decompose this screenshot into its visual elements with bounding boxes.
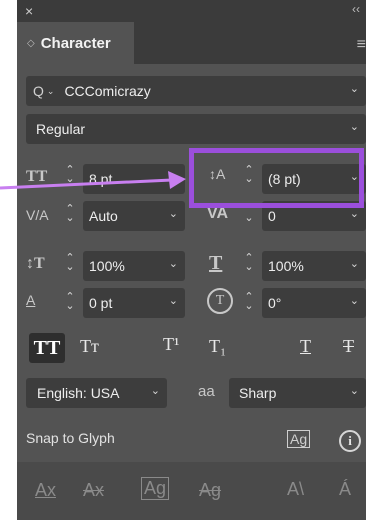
search-dropdown-icon[interactable]: ⌄ — [47, 86, 55, 97]
panel-title-strip: × ‹‹ — [17, 0, 366, 22]
tab-character-label: Character — [40, 34, 111, 52]
character-rotation-dropdown-icon[interactable]: ⌄ — [350, 294, 359, 307]
language-dropdown-icon[interactable]: ⌄ — [151, 384, 160, 397]
horizontal-scale-field[interactable]: 100% ⌄ — [262, 251, 366, 281]
tab-character[interactable]: ◇ Character — [17, 22, 134, 64]
font-family-value: CCComicrazy — [64, 83, 151, 99]
snap-x-height-icon[interactable]: Ax — [83, 480, 104, 501]
anti-aliasing-field[interactable]: Sharp ⌄ — [229, 378, 366, 408]
vertical-scale-field[interactable]: 100% ⌄ — [83, 251, 185, 281]
character-rotation-field[interactable]: 0° ⌄ — [262, 288, 366, 318]
snap-buttons-bar — [17, 462, 366, 520]
vertical-scale-dropdown-icon[interactable]: ⌄ — [169, 257, 178, 270]
kerning-dropdown-icon[interactable]: ⌄ — [169, 207, 178, 220]
horizontal-scale-value: 100% — [268, 258, 304, 274]
anti-aliasing-value: Sharp — [239, 385, 277, 401]
font-style-field[interactable]: Regular ⌄ — [26, 114, 366, 144]
anti-aliasing-icon: aa — [198, 383, 215, 400]
underline-button[interactable]: T — [300, 336, 311, 357]
horizontal-scale-dropdown-icon[interactable]: ⌄ — [350, 257, 359, 270]
font-style-dropdown-icon[interactable]: ⌄ — [350, 120, 359, 133]
horizontal-scale-icon: T — [209, 252, 223, 274]
all-caps-button[interactable]: TT — [29, 333, 65, 363]
snap-anchor-point-icon[interactable]: Á — [339, 479, 351, 500]
language-field[interactable]: English: USA ⌄ — [26, 378, 167, 408]
small-caps-button[interactable]: Tт — [80, 336, 99, 357]
vertical-scale-stepper[interactable]: ⌃ ⌄ — [64, 253, 76, 273]
font-style-value: Regular — [36, 121, 86, 137]
character-rotation-stepper[interactable]: ⌃ ⌄ — [243, 292, 255, 312]
baseline-shift-value: 0 pt — [89, 295, 113, 311]
vertical-scale-value: 100% — [89, 258, 125, 274]
close-icon[interactable]: × — [25, 3, 33, 19]
snap-glyph-settings-icon[interactable]: Ag — [287, 430, 311, 448]
character-rotation-value: 0° — [268, 295, 282, 311]
snap-proxy-icon[interactable]: Ag — [199, 480, 221, 501]
snap-glyph-bounds-icon[interactable]: Ag — [141, 477, 170, 500]
horizontal-scale-stepper[interactable]: ⌃ ⌄ — [243, 253, 255, 273]
annotation-arrow-icon — [0, 171, 186, 190]
snap-angular-guides-icon[interactable]: A\ — [287, 479, 304, 500]
snap-baseline-icon[interactable]: Ax — [35, 480, 56, 501]
strikethrough-button[interactable]: T — [343, 336, 354, 357]
kerning-icon: V/A — [26, 207, 49, 223]
tab-chevron-icon: ◇ — [27, 37, 35, 49]
tracking-value: 0 — [268, 208, 276, 224]
search-icon: Q — [33, 83, 44, 99]
character-rotation-icon: T — [207, 288, 233, 314]
baseline-shift-stepper[interactable]: ⌃ ⌄ — [64, 292, 76, 312]
kerning-field[interactable]: Auto ⌄ — [83, 201, 185, 231]
kerning-value: Auto — [89, 208, 118, 224]
panel-menu-icon[interactable]: ≡ — [357, 36, 366, 54]
anti-aliasing-dropdown-icon[interactable]: ⌄ — [350, 384, 359, 397]
kerning-stepper[interactable]: ⌃ ⌄ — [64, 204, 76, 224]
font-family-dropdown-icon[interactable]: ⌄ — [350, 82, 359, 95]
baseline-shift-icon: A — [26, 292, 36, 308]
font-family-field[interactable]: Q ⌄ CCComicrazy ⌄ — [26, 76, 366, 106]
info-icon[interactable]: i — [339, 430, 361, 452]
baseline-shift-field[interactable]: 0 pt ⌄ — [83, 288, 185, 318]
tracking-dropdown-icon[interactable]: ⌄ — [350, 207, 359, 220]
subscript-button[interactable]: T₁ — [209, 336, 226, 357]
vertical-scale-icon: ↕T — [26, 255, 45, 272]
character-panel: × ‹‹ ◇ Character ≡ Q ⌄ CCComicrazy ⌄ Reg… — [17, 0, 366, 520]
tab-bar: ◇ Character ≡ — [17, 22, 366, 64]
collapse-icon[interactable]: ‹‹ — [352, 2, 360, 16]
language-value: English: USA — [37, 385, 120, 401]
leading-highlight-box — [189, 148, 364, 208]
snap-to-glyph-label: Snap to Glyph — [26, 430, 115, 446]
baseline-shift-dropdown-icon[interactable]: ⌄ — [169, 294, 178, 307]
superscript-button[interactable]: T¹ — [163, 334, 179, 355]
